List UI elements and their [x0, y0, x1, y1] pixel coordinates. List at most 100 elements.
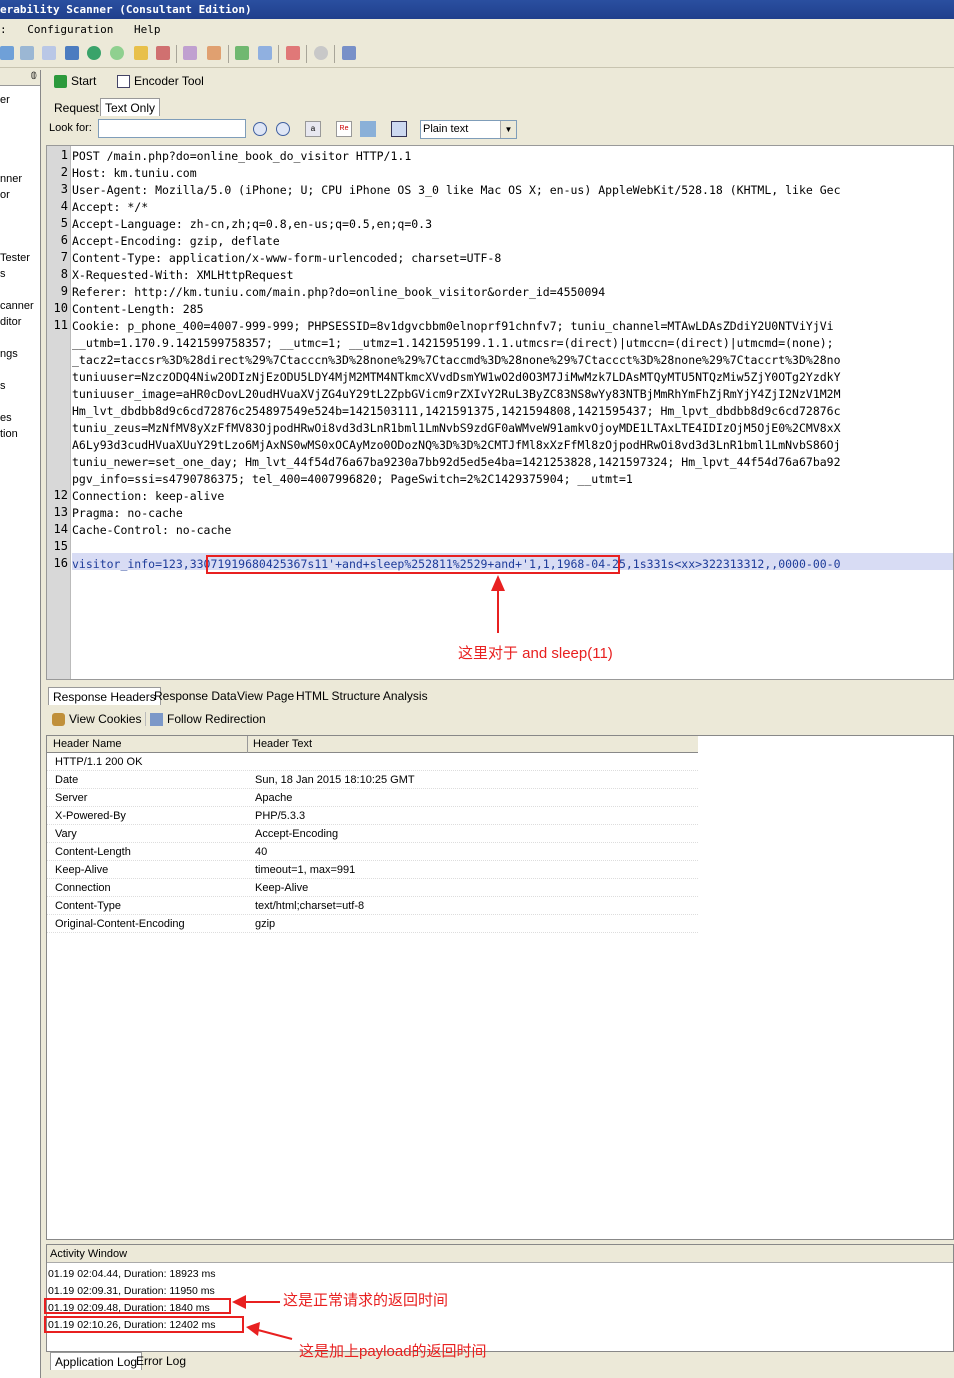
request-line: Accept-Encoding: gzip, deflate: [72, 234, 280, 248]
window-icon[interactable]: [65, 46, 79, 60]
table-row[interactable]: Keep-Alive timeout=1, max=991: [47, 861, 698, 879]
log-tabs: Application Log Error Log: [46, 1352, 954, 1372]
arrow-left-icon: [246, 1322, 293, 1340]
table-row[interactable]: Vary Accept-Encoding: [47, 825, 698, 843]
request-line: pgv_info=ssi=s4790786375; tel_400=400799…: [72, 472, 633, 486]
tools-explorer-panel: 𝟘 er nner or Tester s canner ditor ngs s…: [0, 70, 41, 1378]
request-line: User-Agent: Mozilla/5.0 (iPhone; U; CPU …: [72, 183, 841, 197]
search-icon[interactable]: [0, 46, 14, 60]
pin-icon[interactable]: 𝟘: [31, 71, 37, 82]
database-icon[interactable]: [42, 46, 56, 60]
tab-error-log[interactable]: Error Log: [132, 1352, 190, 1370]
window-title-bar: erability Scanner (Consultant Edition): [0, 0, 954, 19]
tool-item[interactable]: ngs: [0, 348, 18, 360]
menu-item-configuration[interactable]: Configuration: [27, 23, 113, 36]
menu-bar: : Configuration Help: [0, 19, 954, 39]
tool-item[interactable]: or: [0, 189, 10, 201]
clock-icon[interactable]: [314, 46, 328, 60]
scan-icon[interactable]: [110, 46, 124, 60]
activity-title: Activity Window: [47, 1245, 953, 1263]
header-text-cell: gzip: [255, 918, 276, 930]
tool-item[interactable]: Tester: [0, 252, 30, 264]
view-cookies-label: View Cookies: [69, 712, 142, 726]
tool-item[interactable]: nner: [0, 173, 22, 185]
tool-item[interactable]: s: [0, 268, 6, 280]
table-row[interactable]: Content-Type text/html;charset=utf-8: [47, 897, 698, 915]
highlight-icon[interactable]: [360, 121, 376, 137]
table-row[interactable]: X-Powered-By PHP/5.3.3: [47, 807, 698, 825]
response-tabs: Response Headers Response Data View Page…: [46, 686, 954, 706]
find-previous-icon[interactable]: [276, 122, 290, 136]
follow-redirection-button[interactable]: Follow Redirection: [145, 712, 266, 726]
line-number: 3: [60, 182, 68, 196]
request-line: Cookie: p_phone_400=4007-999-999; PHPSES…: [72, 319, 834, 333]
look-for-input[interactable]: [98, 119, 246, 138]
header-text-cell: text/html;charset=utf-8: [255, 900, 365, 912]
table-row[interactable]: Date Sun, 18 Jan 2015 18:10:25 GMT: [47, 771, 698, 789]
start-button[interactable]: Start: [54, 74, 96, 88]
lock-icon[interactable]: [134, 46, 148, 60]
tab-response-headers[interactable]: Response Headers: [48, 687, 161, 705]
table-row[interactable]: HTTP/1.1 200 OK: [47, 753, 698, 771]
header-text-cell: Accept-Encoding: [255, 828, 339, 840]
request-line: Host: km.tuniu.com: [72, 166, 197, 180]
header-name-cell: HTTP/1.1 200 OK: [55, 756, 143, 768]
table-row[interactable]: Connection Keep-Alive: [47, 879, 698, 897]
request-line: Referer: http://km.tuniu.com/main.php?do…: [72, 285, 606, 299]
column-header-name[interactable]: Header Name: [53, 736, 121, 753]
regex-icon[interactable]: Re: [336, 121, 352, 137]
table-row[interactable]: Server Apache: [47, 789, 698, 807]
tab-text-only[interactable]: Text Only: [100, 98, 161, 116]
tab-application-log[interactable]: Application Log: [50, 1352, 143, 1370]
encoder-icon: [117, 74, 130, 88]
response-headers-table: Header Name Header Text HTTP/1.1 200 OK D…: [46, 735, 954, 1240]
menu-item-help[interactable]: Help: [134, 23, 161, 36]
toolbar-separator: [278, 45, 279, 63]
tab-request[interactable]: Request: [50, 99, 103, 117]
header-name-cell: Original-Content-Encoding: [55, 918, 185, 930]
wrap-icon[interactable]: [391, 121, 407, 137]
checklist-icon[interactable]: [286, 46, 300, 60]
tab-view-page[interactable]: View Page: [233, 687, 298, 705]
header-text-cell: PHP/5.3.3: [255, 810, 306, 822]
tool-item[interactable]: es: [0, 412, 12, 424]
request-line: tuniuuser_image=aHR0cDovL20udHVuaXVjZG4u…: [72, 387, 841, 401]
find-next-icon[interactable]: [253, 122, 267, 136]
view-cookies-button[interactable]: View Cookies: [52, 712, 141, 726]
column-header-text[interactable]: Header Text: [253, 736, 312, 753]
menu-item-file[interactable]: :: [0, 23, 7, 36]
tool-icon[interactable]: [207, 46, 221, 60]
table-row[interactable]: Original-Content-Encoding gzip: [47, 915, 698, 933]
match-case-icon[interactable]: a: [305, 121, 321, 137]
tab-html-structure-analysis[interactable]: HTML Structure Analysis: [292, 687, 432, 705]
tool-item[interactable]: tion: [0, 428, 18, 440]
request-line: tuniuuser=NzczODQ4Niw2ODIzNjEzODU5LDY4Mj…: [72, 370, 841, 384]
annotation-sleep: 这里对于 and sleep(11): [458, 645, 613, 662]
tab-response-data[interactable]: Response Data: [150, 687, 241, 705]
refresh-icon[interactable]: [235, 46, 249, 60]
find-icon[interactable]: [20, 46, 34, 60]
header-text-cell: Keep-Alive: [255, 882, 309, 894]
text-mode-select[interactable]: Plain text ▼: [420, 120, 517, 139]
start-label: Start: [71, 74, 97, 88]
tool-item[interactable]: canner: [0, 300, 34, 312]
tool-item[interactable]: ditor: [0, 316, 21, 328]
line-number: 13: [53, 505, 68, 519]
edit-icon[interactable]: [183, 46, 197, 60]
chevron-down-icon: ▼: [500, 121, 516, 138]
line-number: 7: [60, 250, 68, 264]
tool-item[interactable]: s: [0, 380, 6, 392]
encoder-tool-button[interactable]: Encoder Tool: [117, 74, 204, 88]
globe-icon[interactable]: [87, 46, 101, 60]
table-row[interactable]: Content-Length 40: [47, 843, 698, 861]
header-name-cell: Vary: [55, 828, 77, 840]
document-icon[interactable]: [258, 46, 272, 60]
chart-icon[interactable]: [342, 46, 356, 60]
tool-item[interactable]: er: [0, 94, 10, 106]
toolbar-separator: [176, 45, 177, 63]
window-title: erability Scanner (Consultant Edition): [0, 3, 252, 16]
request-line: Connection: keep-alive: [72, 489, 225, 503]
report-icon[interactable]: [156, 46, 170, 60]
header-name-cell: Content-Length: [55, 846, 131, 858]
activity-log-line: 01.19 02:09.31, Duration: 11950 ms: [48, 1285, 215, 1297]
